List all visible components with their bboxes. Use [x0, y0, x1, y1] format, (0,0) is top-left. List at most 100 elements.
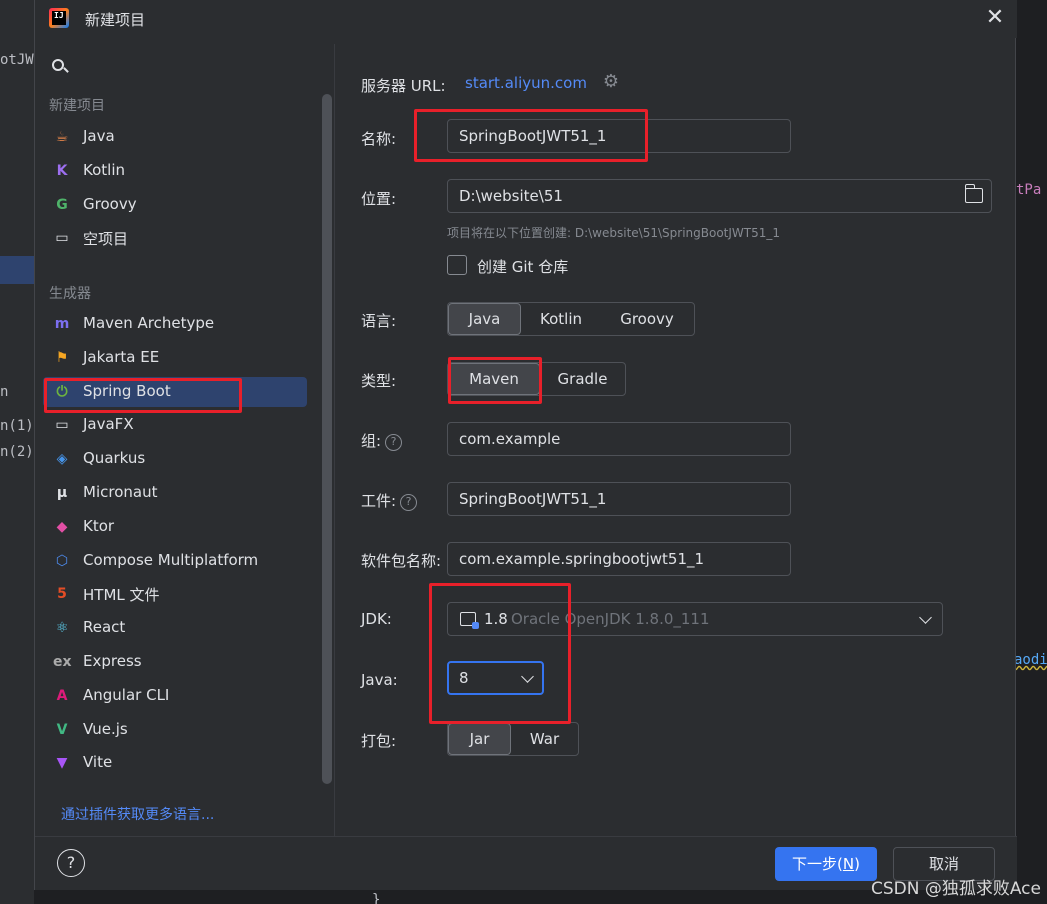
packaging-option-war[interactable]: War: [511, 723, 578, 755]
packaging-selector: Jar War: [447, 722, 579, 756]
language-option-java[interactable]: Java: [448, 303, 521, 335]
sidebar-item-label: Angular CLI: [83, 685, 170, 704]
sidebar-item-label: React: [83, 618, 126, 637]
group-label: 组:?: [361, 430, 403, 451]
name-input[interactable]: SpringBootJWT51_1: [447, 119, 791, 153]
quarkus-icon: ◈: [56, 451, 68, 468]
sidebar-item-label: Spring Boot: [83, 381, 171, 400]
server-url-link[interactable]: start.aliyun.com: [465, 74, 587, 92]
language-label: 语言:: [361, 312, 397, 330]
sidebar-item-html-文件[interactable]: 5 HTML 文件: [43, 579, 307, 609]
express-icon: ex: [53, 654, 72, 670]
sidebar-item-label: JavaFX: [83, 415, 134, 434]
maven-archetype-icon: m: [54, 316, 70, 332]
sidebar-item-label: Java: [83, 127, 115, 145]
intellij-logo-icon: IJ: [49, 8, 69, 28]
chevron-down-icon: [521, 670, 534, 683]
sidebar-item-javafx[interactable]: ▭ JavaFX: [43, 410, 307, 440]
sidebar-item-express[interactable]: ex Express: [43, 647, 307, 677]
next-button[interactable]: 下一步(N): [775, 847, 877, 881]
type-option-gradle[interactable]: Gradle: [540, 363, 625, 395]
sidebar-item-label: Groovy: [83, 194, 137, 213]
java-icon: ☕: [55, 129, 69, 145]
spring-boot-icon: ⏻: [56, 383, 68, 400]
sidebar-item-kotlin[interactable]: K Kotlin: [43, 156, 307, 186]
sidebar-item-label: 空项目: [83, 230, 129, 249]
sidebar-item-vue-js[interactable]: V Vue.js: [43, 715, 307, 745]
sidebar-item-label: Micronaut: [83, 483, 158, 501]
sidebar-item-vite[interactable]: ▼ Vite: [43, 748, 307, 778]
sidebar-item-angular-cli[interactable]: A Angular CLI: [43, 681, 307, 711]
dialog-titlebar: IJ 新建项目 ✕: [35, 0, 1017, 38]
sidebar-item-maven-archetype[interactable]: m Maven Archetype: [43, 309, 307, 339]
javafx-icon: ▭: [55, 417, 69, 434]
sidebar-item-label: Jakarta EE: [83, 347, 160, 366]
package-name-input[interactable]: com.example.springbootjwt51_1: [447, 542, 791, 576]
sidebar-item-groovy[interactable]: G Groovy: [43, 190, 307, 220]
location-hint: 项目将在以下位置创建: D:\website\51\SpringBootJWT5…: [447, 226, 781, 240]
language-option-groovy[interactable]: Groovy: [601, 303, 693, 335]
sidebar-item-label: Vite: [83, 753, 113, 772]
jdk-version: 1.8: [484, 610, 508, 628]
jakarta-ee-icon: ⚑: [55, 349, 69, 366]
sidebar-item-label: Kotlin: [83, 160, 125, 179]
sidebar-item-micronaut[interactable]: μ Micronaut: [43, 478, 307, 508]
jdk-name: Oracle OpenJDK 1.8.0_111: [511, 610, 710, 628]
sidebar-item-label: Compose Multiplatform: [83, 550, 259, 569]
help-icon[interactable]: ?: [385, 434, 403, 451]
group-input[interactable]: com.example: [447, 422, 791, 456]
folder-icon[interactable]: [964, 184, 983, 203]
sidebar-item-label: HTML 文件: [83, 586, 160, 605]
location-value: D:\website\51: [459, 187, 563, 205]
java-version-dropdown[interactable]: 8: [447, 661, 544, 695]
jdk-dropdown[interactable]: 1.8 Oracle OpenJDK 1.8.0_111: [447, 602, 943, 636]
packaging-label: 打包:: [361, 732, 397, 750]
sidebar-item-空项目[interactable]: ▭ 空项目: [43, 223, 307, 253]
section-generators: 生成器: [49, 286, 91, 302]
sidebar-item-quarkus[interactable]: ◈ Quarkus: [43, 444, 307, 474]
gear-icon[interactable]: ⚙: [601, 72, 621, 92]
sidebar-item-label: Quarkus: [83, 449, 146, 468]
get-more-languages-link[interactable]: 通过插件获取更多语言...: [61, 804, 214, 824]
project-settings-form: 服务器 URL: start.aliyun.com ⚙ 名称: SpringBo…: [335, 44, 1015, 836]
type-label: 类型:: [361, 372, 397, 390]
ktor-icon: ◆: [56, 518, 68, 535]
background-text: aodi: [1014, 652, 1047, 668]
sidebar-item-compose-multiplatform[interactable]: ⬡ Compose Multiplatform: [43, 546, 307, 576]
dialog-footer: ? 下一步(N) 取消: [35, 836, 1017, 890]
sidebar-item-java[interactable]: ☕ Java: [43, 122, 307, 152]
background-text: otJW: [0, 52, 34, 68]
groovy-icon: G: [56, 196, 68, 213]
packaging-option-jar[interactable]: Jar: [448, 723, 511, 755]
html--icon: 5: [57, 586, 67, 603]
micronaut-icon: μ: [56, 485, 68, 501]
create-git-checkbox[interactable]: [447, 255, 467, 275]
section-new-project: 新建项目: [49, 98, 105, 114]
artifact-input[interactable]: SpringBootJWT51_1: [447, 482, 791, 516]
close-button[interactable]: ✕: [983, 6, 1007, 30]
location-input[interactable]: D:\website\51: [447, 179, 992, 213]
background-editor-right: tPa aodi: [1014, 0, 1047, 904]
artifact-label: 工件:?: [361, 490, 418, 511]
sidebar-item-spring-boot[interactable]: ⏻ Spring Boot: [43, 376, 307, 407]
create-git-label: 创建 Git 仓库: [477, 258, 569, 276]
type-option-maven[interactable]: Maven: [448, 363, 540, 395]
language-option-kotlin[interactable]: Kotlin: [521, 303, 601, 335]
new-project-dialog: IJ 新建项目 ✕ 新建项目 ☕ Java K Kotlin G Groovy ▭ 空项目 生…: [34, 0, 1017, 890]
vite-icon: ▼: [56, 755, 68, 772]
build-type-selector: Maven Gradle: [447, 362, 626, 396]
sidebar-item-jakarta-ee[interactable]: ⚑ Jakarta EE: [43, 343, 307, 373]
sidebar-item-ktor[interactable]: ◆ Ktor: [43, 512, 307, 542]
background-text: tPa: [1016, 182, 1042, 198]
location-label: 位置:: [361, 190, 397, 208]
sidebar-item-react[interactable]: ⚛ React: [43, 613, 307, 643]
search-icon[interactable]: [51, 58, 69, 76]
help-icon[interactable]: ?: [400, 494, 418, 511]
react-icon: ⚛: [55, 620, 69, 637]
compose-multiplatform-icon: ⬡: [55, 552, 69, 569]
sidebar-item-label: Maven Archetype: [83, 314, 215, 332]
help-button[interactable]: ?: [57, 849, 85, 877]
sidebar-scrollbar[interactable]: [322, 94, 332, 784]
watermark: CSDN @独孤求败Ace: [870, 879, 1041, 899]
java-version-value: 8: [459, 669, 469, 687]
